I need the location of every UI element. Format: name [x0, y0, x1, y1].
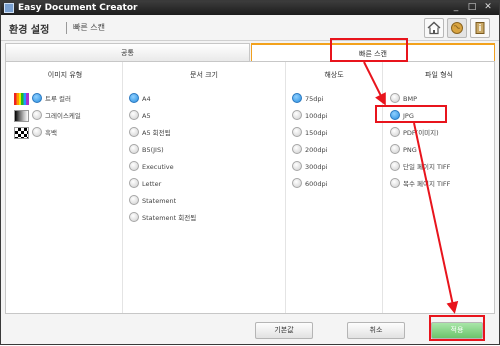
file-format-column: 파일 형식 BMP JPG PDF(이미지) PNG 단일 페이지 TIFF 복… — [383, 62, 495, 313]
page-header: 환경 설정 빠른 스캔 — [1, 15, 499, 41]
radio-button[interactable] — [129, 127, 139, 137]
option-label: Statement 회전됨 — [142, 214, 197, 222]
title-divider — [66, 22, 67, 34]
radio-button[interactable] — [390, 110, 400, 120]
radio-button[interactable] — [32, 110, 42, 120]
option-label: JPG — [403, 112, 414, 120]
option-label: 600dpi — [305, 180, 328, 188]
minimize-button[interactable]: _ — [449, 2, 463, 13]
radio-button[interactable] — [129, 161, 139, 171]
radio-button[interactable] — [390, 93, 400, 103]
option-label: A4 — [142, 95, 151, 103]
doc-size-heading: 문서 크기 — [190, 71, 218, 79]
globe-icon — [451, 22, 463, 34]
radio-button[interactable] — [129, 93, 139, 103]
radio-button[interactable] — [292, 93, 302, 103]
option-label: A5 — [142, 112, 151, 120]
option-label: Letter — [142, 180, 162, 188]
settings-panel: 이미지 유형 트루 컬러 그레이스케일 흑백 문서 크기 A4 A5 A5 회전… — [5, 61, 495, 314]
tab-quick-scan[interactable]: 빠른 스캔 — [251, 43, 495, 62]
radio-button[interactable] — [292, 127, 302, 137]
radio-button[interactable] — [292, 178, 302, 188]
option-label: Statement — [142, 197, 177, 205]
option-label: 200dpi — [305, 146, 328, 154]
option-label: 150dpi — [305, 129, 328, 137]
option-label: BMP — [403, 95, 417, 103]
option-label: Executive — [142, 163, 174, 171]
default-button[interactable]: 기본값 — [255, 322, 313, 339]
app-window: Easy Document Creator _ □ ✕ 환경 설정 빠른 스캔 — [0, 0, 500, 345]
option-label: PNG — [403, 146, 417, 154]
radio-button[interactable] — [292, 161, 302, 171]
radio-button[interactable] — [390, 161, 400, 171]
tab-general[interactable]: 공통 — [5, 43, 250, 62]
radio-button[interactable] — [292, 144, 302, 154]
home-button[interactable] — [424, 18, 444, 38]
option-label: 그레이스케일 — [45, 112, 81, 120]
app-icon — [4, 3, 14, 13]
radio-button[interactable] — [129, 110, 139, 120]
radio-button[interactable] — [129, 178, 139, 188]
option-label: 단일 페이지 TIFF — [403, 163, 451, 171]
truecolor-swatch-icon — [14, 93, 29, 105]
option-label: 100dpi — [305, 112, 328, 120]
grayscale-swatch-icon — [14, 110, 29, 122]
image-type-heading: 이미지 유형 — [47, 71, 83, 79]
radio-button[interactable] — [129, 212, 139, 222]
apply-button[interactable]: 적용 — [431, 322, 483, 339]
option-label: A5 회전됨 — [142, 129, 171, 137]
info-button[interactable] — [470, 18, 490, 38]
doc-size-column: 문서 크기 A4 A5 A5 회전됨 B5(JIS) Executive Let… — [123, 62, 285, 313]
radio-button[interactable] — [32, 93, 42, 103]
cancel-button[interactable]: 취소 — [347, 322, 405, 339]
page-title: 환경 설정 — [9, 25, 50, 36]
window-title: Easy Document Creator — [18, 3, 138, 13]
file-format-heading: 파일 형식 — [425, 71, 453, 79]
radio-button[interactable] — [390, 127, 400, 137]
image-type-column: 이미지 유형 트루 컬러 그레이스케일 흑백 — [6, 62, 124, 313]
option-label: PDF(이미지) — [403, 129, 439, 137]
option-label: 300dpi — [305, 163, 328, 171]
resolution-column: 해상도 75dpi 100dpi 150dpi 200dpi 300dpi 60… — [286, 62, 382, 313]
title-bar: Easy Document Creator _ □ ✕ — [1, 1, 499, 15]
radio-button[interactable] — [129, 195, 139, 205]
info-book-icon — [475, 22, 485, 34]
language-button[interactable] — [447, 18, 467, 38]
resolution-heading: 해상도 — [324, 71, 344, 79]
radio-button[interactable] — [390, 144, 400, 154]
option-label: 흑백 — [45, 129, 57, 137]
close-button[interactable]: ✕ — [481, 2, 495, 13]
option-label: 75dpi — [305, 95, 324, 103]
tab-bar: 공통 빠른 스캔 — [5, 43, 495, 62]
radio-button[interactable] — [390, 178, 400, 188]
option-label: 복수 페이지 TIFF — [403, 180, 451, 188]
option-label: B5(JIS) — [142, 146, 164, 154]
bw-swatch-icon — [14, 127, 29, 139]
page-subtitle: 빠른 스캔 — [73, 23, 105, 32]
maximize-button[interactable]: □ — [465, 2, 479, 13]
home-icon — [427, 21, 441, 35]
option-label: 트루 컬러 — [45, 95, 71, 103]
radio-button[interactable] — [292, 110, 302, 120]
radio-button[interactable] — [129, 144, 139, 154]
radio-button[interactable] — [32, 127, 42, 137]
